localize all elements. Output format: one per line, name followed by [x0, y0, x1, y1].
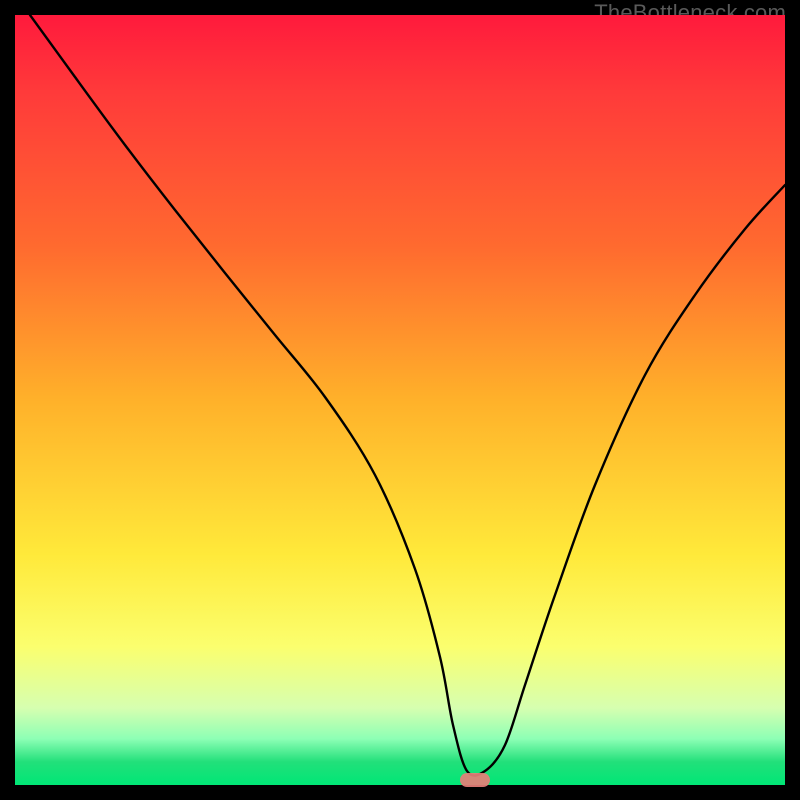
bottleneck-marker [460, 773, 490, 787]
chart-frame: TheBottleneck.com [0, 0, 800, 800]
curve-svg [15, 15, 785, 785]
plot-area [15, 15, 785, 785]
bottleneck-curve [30, 15, 785, 776]
